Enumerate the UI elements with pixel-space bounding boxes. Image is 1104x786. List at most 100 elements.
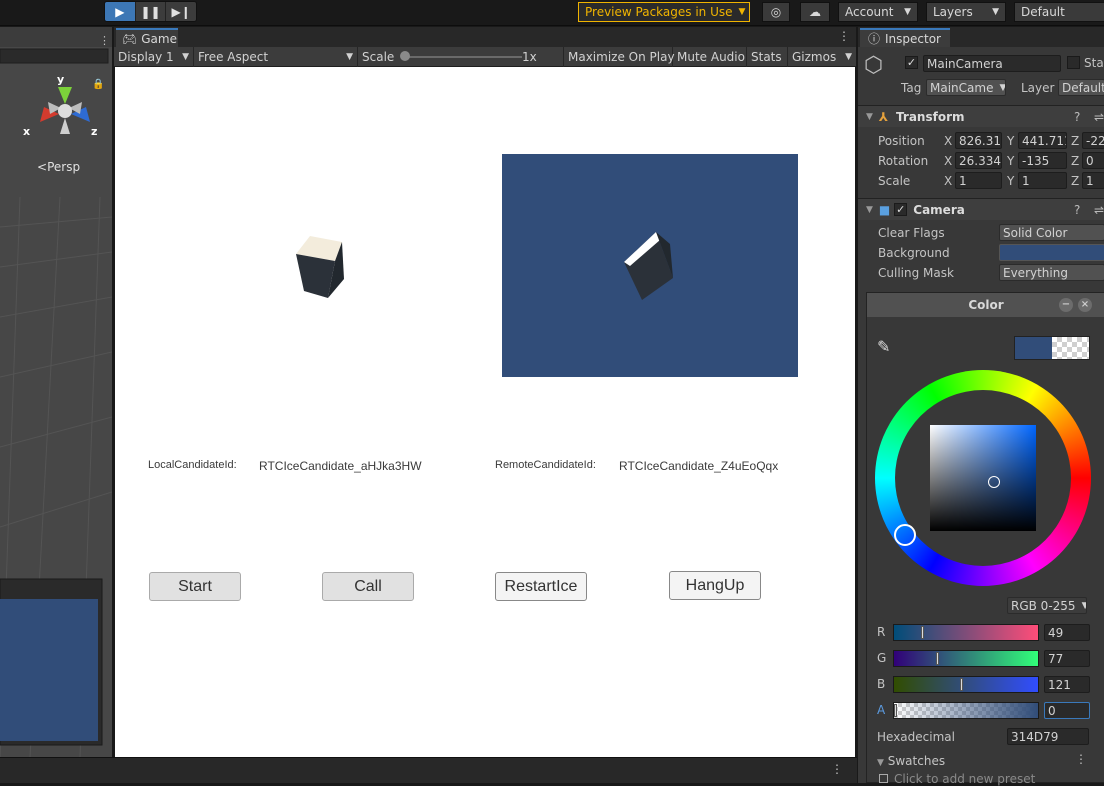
rotation-z-field[interactable]: 0: [1082, 152, 1104, 169]
play-button[interactable]: ▶: [105, 2, 136, 21]
maximize-on-play-toggle[interactable]: Maximize On Play: [564, 47, 675, 67]
layout-dropdown[interactable]: Default: [1014, 2, 1104, 22]
color-preview-alpha: [1052, 337, 1089, 359]
eyedropper-icon[interactable]: ✎: [877, 337, 890, 356]
r-slider[interactable]: [893, 624, 1039, 641]
hue-cursor[interactable]: [894, 524, 916, 546]
scale-knob[interactable]: [400, 51, 410, 61]
mute-audio-toggle[interactable]: Mute Audio: [673, 47, 747, 67]
axis-y-label: Y: [1007, 134, 1015, 148]
tag-dropdown[interactable]: MainCame ▼: [926, 79, 1006, 96]
sv-cursor[interactable]: [988, 476, 1000, 488]
add-preset-hint[interactable]: Click to add new preset: [879, 772, 1035, 786]
pause-icon: ❚❚: [140, 4, 161, 19]
position-z-field[interactable]: -22: [1082, 132, 1104, 149]
gizmos-label: Gizmos: [792, 50, 837, 64]
minimize-icon[interactable]: −: [1059, 298, 1073, 312]
tab-game-label: Game: [141, 31, 177, 46]
b-slider-knob[interactable]: [960, 678, 963, 691]
swatches-header[interactable]: ▼ Swatches: [877, 754, 945, 768]
settings-icon[interactable]: ⇌: [1094, 110, 1104, 124]
hangup-button[interactable]: HangUp: [669, 571, 761, 600]
background-row: Background: [858, 243, 1104, 263]
stats-label: Stats: [751, 50, 782, 64]
g-slider-knob[interactable]: [936, 652, 939, 665]
menu-icon[interactable]: ⋮: [99, 34, 110, 47]
step-button[interactable]: ▶❙: [166, 2, 196, 21]
layer-label: Layer: [1021, 81, 1055, 95]
lock-icon[interactable]: 🔒: [92, 79, 104, 90]
scale-z-field[interactable]: 1: [1082, 172, 1104, 189]
scene-view[interactable]: ⋮ y x z 🔒 <Persp: [0, 27, 112, 757]
g-slider[interactable]: [893, 650, 1039, 667]
static-checkbox[interactable]: [1067, 56, 1080, 69]
game-view[interactable]: LocalCandidateId: RTCIceCandidate_aHJka3…: [115, 67, 855, 757]
camera-title: Camera: [913, 202, 965, 217]
collab-icon: ◎: [770, 5, 782, 19]
call-button[interactable]: Call: [322, 572, 414, 601]
aspect-dropdown[interactable]: Free Aspect ▼: [194, 47, 358, 67]
perspective-toggle[interactable]: <Persp: [37, 160, 80, 174]
menu-icon[interactable]: ⋮: [1075, 752, 1087, 766]
color-mode-dropdown[interactable]: RGB 0-255▼: [1007, 597, 1087, 614]
saturation-value-square[interactable]: [930, 425, 1036, 531]
background-color-field[interactable]: [999, 244, 1104, 261]
foldout-icon: ▼: [877, 758, 884, 768]
collab-button[interactable]: ◎: [762, 2, 790, 22]
scale-x-field[interactable]: 1: [955, 172, 1002, 189]
b-value-field[interactable]: 121: [1044, 676, 1090, 693]
menu-icon[interactable]: ⋮: [831, 762, 843, 776]
help-icon[interactable]: ?: [1074, 203, 1080, 217]
camera-enabled-checkbox[interactable]: ✓: [894, 203, 908, 216]
preview-packages-button[interactable]: Preview Packages in Use ▼: [578, 2, 750, 22]
object-name-field[interactable]: MainCamera: [923, 55, 1061, 72]
color-mode-label: RGB 0-255: [1011, 598, 1076, 613]
main-toolbar: ▶ ❚❚ ▶❙ Preview Packages in Use ▼ ◎ ☁ Acc…: [0, 0, 1104, 26]
position-x-field[interactable]: 826.316: [955, 132, 1002, 149]
culling-mask-dropdown[interactable]: Everything: [999, 264, 1104, 281]
a-value-field[interactable]: 0: [1044, 702, 1090, 719]
scale-label: Scale: [362, 50, 395, 64]
rotation-x-field[interactable]: 26.334: [955, 152, 1002, 169]
close-icon[interactable]: ×: [1078, 298, 1092, 312]
color-picker-window: Color − × ✎ RGB 0-255▼ R 49 G 77 B 121 A…: [866, 292, 1104, 786]
transform-header[interactable]: ▼ ⅄ Transform ? ⇌: [858, 105, 1104, 127]
a-slider[interactable]: [893, 702, 1039, 719]
display-dropdown[interactable]: Display 1 ▼: [114, 47, 194, 67]
settings-icon[interactable]: ⇌: [1094, 203, 1104, 217]
scale-slider[interactable]: Scale 1x: [358, 47, 564, 67]
stats-toggle[interactable]: Stats: [747, 47, 788, 67]
tab-inspector[interactable]: ⓘ Inspector: [860, 28, 950, 47]
account-dropdown[interactable]: Account ▼: [838, 2, 918, 22]
r-value-field[interactable]: 49: [1044, 624, 1090, 641]
tab-game[interactable]: 🎮︎ Game: [116, 28, 178, 47]
scale-label: Scale: [878, 174, 911, 188]
display-label: Display 1: [118, 50, 174, 64]
menu-icon[interactable]: ⋮: [838, 29, 850, 43]
local-candidate-value: RTCIceCandidate_aHJka3HW: [259, 459, 422, 473]
layer-dropdown[interactable]: Default: [1058, 79, 1104, 96]
b-slider[interactable]: [893, 676, 1039, 693]
clear-flags-dropdown[interactable]: Solid Color: [999, 224, 1104, 241]
active-checkbox[interactable]: ✓: [905, 56, 918, 69]
hex-field[interactable]: 314D79: [1007, 728, 1089, 745]
static-label: Sta: [1084, 56, 1104, 70]
layers-dropdown[interactable]: Layers ▼: [926, 2, 1006, 22]
chevron-down-icon: ▼: [346, 52, 353, 62]
help-icon[interactable]: ?: [1074, 110, 1080, 124]
pause-button[interactable]: ❚❚: [135, 2, 167, 21]
camera-header[interactable]: ▼ ■ ✓ Camera ? ⇌: [858, 198, 1104, 220]
g-value-field[interactable]: 77: [1044, 650, 1090, 667]
color-preview-current: [1015, 337, 1052, 359]
rotation-y-field[interactable]: -135: [1018, 152, 1067, 169]
axis-x-label: X: [944, 134, 953, 148]
scale-y-field[interactable]: 1: [1018, 172, 1067, 189]
gizmo-z-label: z: [91, 125, 98, 138]
r-slider-knob[interactable]: [921, 626, 924, 639]
a-slider-knob[interactable]: [894, 704, 897, 717]
position-y-field[interactable]: 441.711: [1018, 132, 1067, 149]
start-button[interactable]: Start: [149, 572, 241, 601]
cloud-button[interactable]: ☁: [800, 2, 830, 22]
restart-ice-button[interactable]: RestartIce: [495, 572, 587, 601]
gizmos-dropdown[interactable]: Gizmos ▼: [788, 47, 856, 67]
